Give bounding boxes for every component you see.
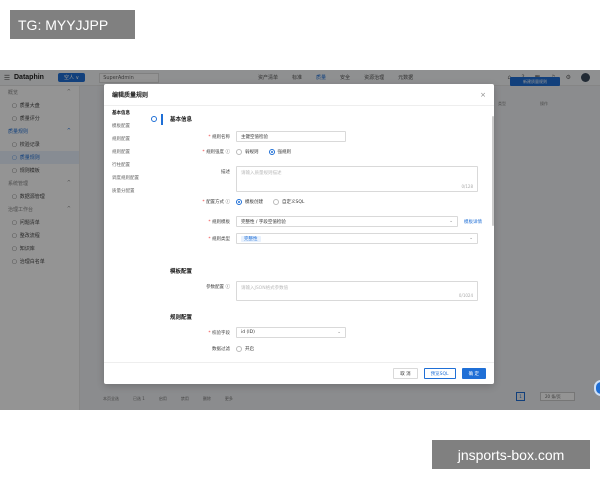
anchor-schedule[interactable]: 调度规则配置 xyxy=(104,171,162,184)
radio-template[interactable]: 模板创建 xyxy=(236,199,263,205)
field-label: 校验字段 xyxy=(212,330,230,336)
radio-circle xyxy=(236,149,242,155)
row-template: * 规则模板 完整性 / 字段空值检验 ⌄ 模板详情 xyxy=(168,216,486,227)
params-textarea[interactable]: 请输入JSON格式参数值 0/1024 xyxy=(236,281,478,301)
template-detail-link[interactable]: 模板详情 xyxy=(464,219,482,225)
section-basic: 基本信息 xyxy=(170,117,193,123)
section-rule: 规则配置 xyxy=(170,315,193,321)
field-select[interactable]: id (ID) ⌄ xyxy=(236,327,346,338)
row-params: 参数配置 ⓘ 请输入JSON格式参数值 0/1024 xyxy=(168,281,486,301)
rule-type-tag: 完整性 xyxy=(241,235,261,242)
radio-circle-selected xyxy=(236,199,242,205)
section-template: 模板配置 xyxy=(170,269,193,275)
filter-value: 开启 xyxy=(245,347,254,352)
anchor-rule[interactable]: 规则配置 xyxy=(104,132,162,145)
radio-sql[interactable]: 自定义SQL xyxy=(273,199,304,205)
row-rule-name: * 规则名称 主键空值检验 xyxy=(168,131,486,142)
anchor-indicator xyxy=(161,114,163,125)
radio-weak[interactable]: 弱规则 xyxy=(236,149,259,155)
param-placeholder: 请输入JSON格式参数值 xyxy=(241,286,289,291)
param-count: 0/1024 xyxy=(458,293,473,298)
filter-label: 数据过滤 xyxy=(212,347,230,352)
template-label: 规则模板 xyxy=(212,219,230,225)
desc-label: 描述 xyxy=(221,170,230,175)
modal-anchor-nav: 基本信息 模板配置 规则配置 规则配置 行柱配置 调度规则配置 质量分配置 xyxy=(104,106,162,356)
close-icon[interactable]: × xyxy=(480,91,486,99)
page-frame: TG: MYYJJPP ☰ Dataphin 空人 ∨ SuperAdmin 资… xyxy=(0,0,600,480)
anchor-rule-2[interactable]: 规则配置 xyxy=(104,145,162,158)
radio-strong-label: 强规则 xyxy=(277,150,292,155)
anchor-row[interactable]: 行柱配置 xyxy=(104,158,162,171)
radio-weak-label: 弱规则 xyxy=(245,150,259,155)
radio-template-label: 模板创建 xyxy=(245,200,263,205)
modal-footer: 取 消 预览SQL 确 定 xyxy=(104,362,494,384)
modal-scrollbar[interactable] xyxy=(492,116,494,226)
row-config-mode: * 配置方式 ⓘ 模板创建 自定义SQL xyxy=(202,199,305,205)
radio-circle xyxy=(273,199,279,205)
radio-circle-selected xyxy=(268,149,275,155)
config-mode-label: 配置方式 xyxy=(206,200,225,205)
chevron-down-icon: ⌄ xyxy=(469,236,473,241)
chevron-down-icon: ⌄ xyxy=(449,219,453,224)
field-value: id (ID) xyxy=(241,330,255,335)
row-rule-type: * 规则类型 完整性 ⌄ xyxy=(168,233,486,244)
rule-type-select[interactable]: 完整性 ⌄ xyxy=(236,233,478,244)
anchor-score[interactable]: 质量分配置 xyxy=(104,184,162,197)
template-value: 完整性 / 字段空值检验 xyxy=(241,219,286,225)
overlay-label: TG: MYYJJPP xyxy=(10,10,135,39)
template-select[interactable]: 完整性 / 字段空值检验 ⌄ xyxy=(236,216,458,227)
rule-name-label: 规则名称 xyxy=(212,134,230,140)
edit-rule-modal: 编辑质量规则 × 基本信息 模板配置 规则配置 规则配置 行柱配置 调度规则配置… xyxy=(104,84,494,384)
row-strength: * 规则强度 ⓘ 弱规则 强规则 xyxy=(202,149,292,155)
description-textarea[interactable]: 请输入质量规则描述 0/128 xyxy=(236,166,478,192)
preview-sql-button[interactable]: 预览SQL xyxy=(423,368,456,379)
confirm-button[interactable]: 确 定 xyxy=(461,368,486,379)
cancel-button[interactable]: 取 消 xyxy=(393,368,418,379)
toggle-icon xyxy=(236,346,242,352)
desc-placeholder: 请输入质量规则描述 xyxy=(241,171,282,176)
watermark: jnsports-box.com xyxy=(432,440,590,469)
rule-name-input[interactable]: 主键空值检验 xyxy=(236,131,346,142)
radio-strong[interactable]: 强规则 xyxy=(268,149,292,155)
chevron-down-icon: ⌄ xyxy=(337,330,341,335)
desc-count: 0/128 xyxy=(461,184,473,189)
modal-title: 编辑质量规则 xyxy=(112,92,149,99)
strength-label: 规则强度 xyxy=(206,150,225,155)
float-help-icon[interactable] xyxy=(594,380,600,396)
modal-content: 基本信息 * 规则名称 主键空值检验 * 规则强度 ⓘ 弱规则 强规则 描述 请… xyxy=(168,106,486,362)
filter-toggle[interactable]: 开启 xyxy=(236,346,254,352)
row-filter: 数据过滤 开启 xyxy=(168,346,486,352)
row-description: 描述 请输入质量规则描述 0/128 xyxy=(168,166,486,192)
row-field: * 校验字段 id (ID) ⌄ xyxy=(168,327,486,338)
anchor-dot-icon xyxy=(151,116,157,122)
radio-sql-label: 自定义SQL xyxy=(282,200,305,205)
rule-type-label: 规则类型 xyxy=(212,236,230,242)
modal-header: 编辑质量规则 × xyxy=(104,84,494,106)
param-label: 参数配置 xyxy=(206,285,225,290)
